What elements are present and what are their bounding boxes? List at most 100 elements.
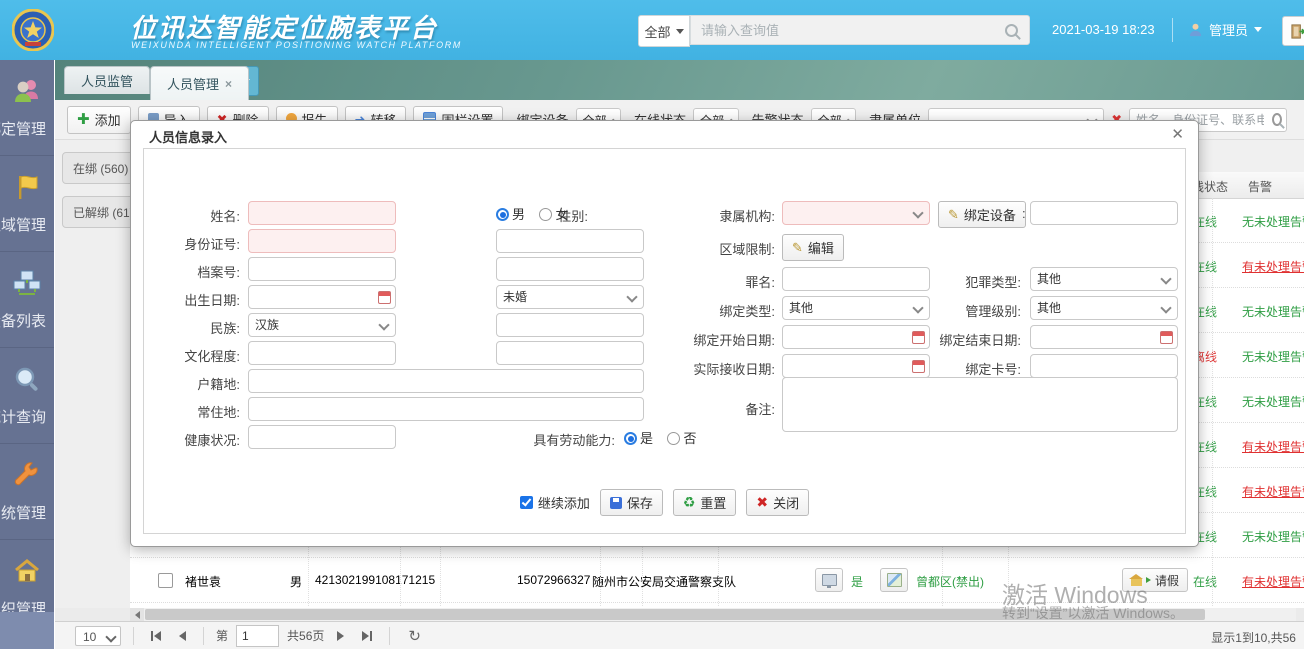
user-name: 管理员 bbox=[1209, 20, 1248, 39]
alert-status[interactable]: 有未处理告警 bbox=[1242, 573, 1304, 590]
remark-textarea[interactable] bbox=[782, 377, 1178, 432]
reset-button[interactable]: ♻ 重置 bbox=[673, 489, 737, 516]
education-input[interactable] bbox=[248, 341, 396, 365]
close-button[interactable]: ✖ 关闭 bbox=[746, 489, 809, 516]
crime-type-value: 其他 bbox=[1037, 272, 1061, 286]
row-checkbox[interactable] bbox=[158, 573, 173, 588]
page-size-select[interactable]: 10 bbox=[75, 626, 121, 646]
alert-status[interactable]: 有未处理告警 bbox=[1242, 258, 1304, 275]
bind-end-input[interactable] bbox=[1030, 325, 1178, 349]
search-scope-dropdown[interactable]: 全部 bbox=[638, 15, 690, 47]
religion-input[interactable] bbox=[496, 313, 644, 337]
dialog-close-icon[interactable]: ✕ bbox=[1171, 125, 1184, 143]
alert-status[interactable]: 有未处理告警 bbox=[1242, 483, 1304, 500]
sidebar-item-系统管理[interactable]: 系统管理 bbox=[0, 444, 54, 540]
sidebar-item-label: 绑定管理 bbox=[0, 118, 46, 139]
next-page-button[interactable] bbox=[332, 631, 349, 641]
refresh-icon[interactable]: ↻ bbox=[408, 627, 421, 645]
bind-start-input[interactable] bbox=[782, 325, 930, 349]
gender-female-radio[interactable] bbox=[539, 208, 552, 221]
id-label: 身份证号: bbox=[184, 234, 240, 253]
calendar-icon[interactable] bbox=[1160, 331, 1173, 344]
save-button[interactable]: 保存 bbox=[600, 489, 663, 516]
name-input[interactable] bbox=[248, 201, 396, 225]
bind-device-input[interactable] bbox=[1030, 201, 1178, 225]
region-button[interactable] bbox=[880, 568, 908, 592]
bind-type-select[interactable]: 其他 bbox=[782, 296, 930, 320]
receive-date-input[interactable] bbox=[782, 354, 930, 378]
crime-type-select[interactable]: 其他 bbox=[1030, 267, 1178, 291]
app-subtitle: WEIXUNDA INTELLIGENT POSITIONING WATCH P… bbox=[131, 40, 462, 50]
prev-page-button[interactable] bbox=[174, 631, 191, 641]
divider bbox=[389, 627, 390, 645]
sidebar-item-统计查询[interactable]: 统计查询 bbox=[0, 348, 54, 444]
file-number-input[interactable] bbox=[248, 257, 396, 281]
first-page-button[interactable] bbox=[146, 631, 166, 641]
calendar-icon[interactable] bbox=[912, 360, 925, 373]
labor-radio-group: 是 否 bbox=[624, 428, 706, 448]
last-page-button[interactable] bbox=[357, 631, 377, 641]
gender-radio-group: 男 女 bbox=[496, 204, 578, 224]
toolbar-button-添加[interactable]: ✚添加 bbox=[67, 106, 131, 134]
residence-input[interactable] bbox=[248, 397, 644, 421]
page-number-input[interactable] bbox=[236, 625, 279, 647]
health-input[interactable] bbox=[248, 425, 396, 449]
receive-date-label: 实际接收日期: bbox=[693, 359, 775, 378]
manage-level-select[interactable]: 其他 bbox=[1030, 296, 1178, 320]
alert-status[interactable]: 有未处理告警 bbox=[1242, 438, 1304, 455]
sidebar-item-设备列表[interactable]: 设备列表 bbox=[0, 252, 54, 348]
phone-input[interactable] bbox=[496, 229, 644, 253]
bind-card-input[interactable] bbox=[1030, 354, 1178, 378]
health-label: 健康状况: bbox=[184, 430, 240, 449]
sidebar-item-绑定管理[interactable]: 绑定管理 bbox=[0, 60, 54, 156]
id-number-input[interactable] bbox=[248, 229, 396, 253]
crime-input[interactable] bbox=[782, 267, 930, 291]
flag-icon bbox=[13, 173, 41, 206]
tab-label: 人员监管 bbox=[81, 71, 133, 90]
user-menu[interactable]: 管理员 bbox=[1188, 20, 1262, 39]
chevron-down-icon bbox=[1160, 273, 1171, 284]
gender-male-radio[interactable] bbox=[496, 208, 509, 221]
dialog-footer: 继续添加 保存 ♻ 重置 ✖ 关闭 bbox=[144, 489, 1185, 516]
bind-state-filter-panel: 在绑 (560)已解绑 (61) bbox=[55, 140, 130, 608]
global-search-input[interactable] bbox=[690, 15, 1030, 45]
sidebar-item-label: 组织管理 bbox=[0, 598, 46, 613]
birth-date-label: 出生日期: bbox=[184, 290, 240, 309]
area-edit-button[interactable]: ✎ 编辑 bbox=[782, 234, 844, 261]
calendar-icon[interactable] bbox=[912, 331, 925, 344]
gender-female-label: 女 bbox=[555, 207, 568, 222]
labor-label: 具有劳动能力: bbox=[533, 430, 615, 449]
remark-label: 备注: bbox=[745, 399, 775, 418]
logout-button[interactable] bbox=[1282, 16, 1304, 46]
colon: : bbox=[1022, 206, 1026, 221]
ethnic-select[interactable]: 汉族 bbox=[248, 313, 396, 337]
search-icon[interactable] bbox=[1272, 113, 1282, 126]
marriage-select[interactable]: 未婚 bbox=[496, 285, 644, 309]
hukou-type-input[interactable] bbox=[496, 341, 644, 365]
hukou-input[interactable] bbox=[248, 369, 644, 393]
header-divider bbox=[1172, 18, 1173, 42]
bind-start-label: 绑定开始日期: bbox=[693, 330, 775, 349]
tab-close-icon[interactable]: × bbox=[225, 77, 232, 91]
sidebar-item-区域管理[interactable]: 区域管理 bbox=[0, 156, 54, 252]
education-label: 文化程度: bbox=[184, 346, 240, 365]
labor-no-radio[interactable] bbox=[667, 432, 680, 445]
cell-name: 褚世袁 bbox=[185, 573, 221, 590]
bind-age-input[interactable] bbox=[496, 257, 644, 281]
bind-type-label: 绑定类型: bbox=[719, 301, 775, 320]
continue-add-checkbox[interactable] bbox=[520, 494, 533, 512]
app-header: 位讯达智能定位腕表平台 WEIXUNDA INTELLIGENT POSITIO… bbox=[0, 0, 1304, 60]
labor-yes-radio[interactable] bbox=[624, 432, 637, 445]
search-icon[interactable] bbox=[1005, 24, 1018, 37]
monitor-button[interactable] bbox=[815, 568, 843, 592]
scroll-left-button[interactable] bbox=[130, 608, 144, 621]
calendar-icon[interactable] bbox=[378, 291, 391, 304]
tab-人员管理[interactable]: 人员管理× bbox=[150, 66, 249, 100]
toolbar-button-label: 添加 bbox=[95, 110, 121, 129]
sidebar-item-组织管理[interactable]: 组织管理 bbox=[0, 540, 54, 612]
tab-人员监管[interactable]: 人员监管 bbox=[64, 66, 150, 94]
birth-date-input[interactable] bbox=[248, 285, 396, 309]
bind-device-button[interactable]: ✎ 绑定设备 bbox=[938, 201, 1026, 228]
org-select[interactable] bbox=[782, 201, 930, 225]
pagination-info: 显示1到10,共56 bbox=[1211, 629, 1296, 646]
